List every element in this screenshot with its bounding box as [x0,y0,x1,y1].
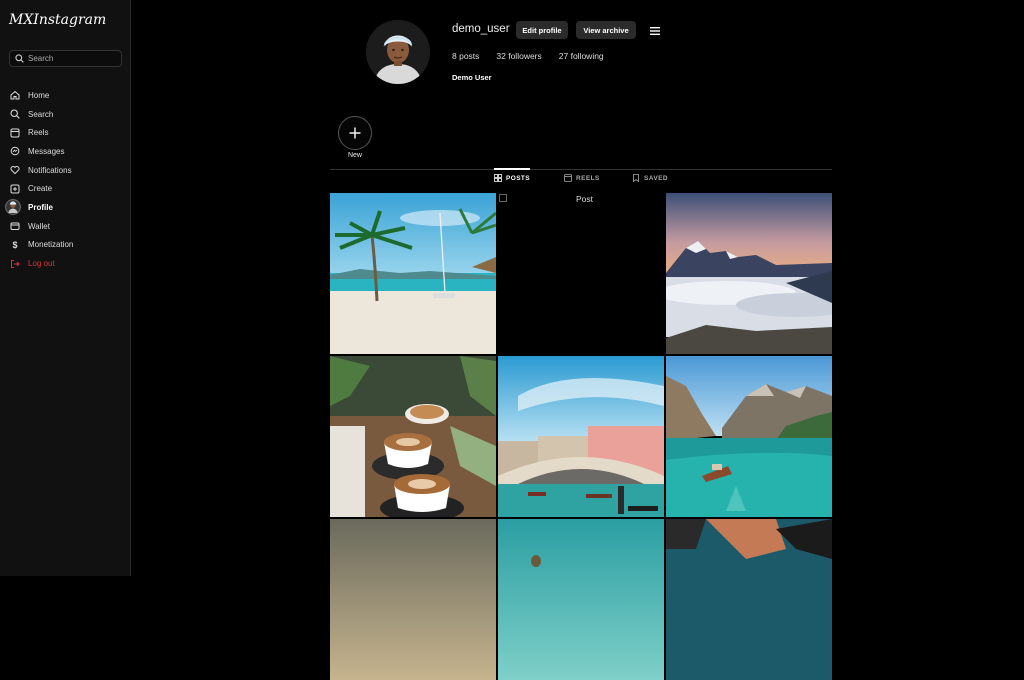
sidebar-item-label: Messages [28,146,65,156]
post-beach-palm[interactable] [330,193,496,354]
post-balloon-sea[interactable] [498,519,664,680]
sidebar-item-search[interactable]: Search [9,105,124,124]
tab-reels[interactable]: REELS [564,174,600,182]
sidebar: MXInstagram Search Home Search Reels Mes… [0,0,131,576]
plus-icon [338,116,372,150]
tab-label: REELS [576,174,600,182]
post-broken-image[interactable]: Post [498,193,664,354]
sidebar-item-label: Home [28,90,50,100]
active-tab-indicator [494,168,530,170]
tab-label: POSTS [506,174,531,182]
sidebar-item-logout[interactable]: Log out [9,254,124,273]
post-sand-dunes[interactable] [330,519,496,680]
sidebar-nav: Home Search Reels Messages Notifications… [5,86,124,273]
sidebar-item-messages[interactable]: Messages [9,142,124,161]
logout-icon [9,258,21,270]
grid-icon [494,174,502,182]
app-logo[interactable]: MXInstagram [9,12,106,28]
dollar-icon: $ [12,239,18,250]
sidebar-item-label: Log out [28,259,55,269]
view-archive-button[interactable]: View archive [576,21,636,39]
post-mountain-clouds[interactable] [666,193,832,354]
bookmark-icon [632,174,640,182]
avatar [5,199,21,216]
search-icon [15,54,24,63]
menu-icon[interactable] [649,24,661,36]
reels-icon [9,127,21,139]
following-count[interactable]: 27 following [559,51,604,61]
posts-count: 8 posts [452,51,480,61]
new-highlight-button[interactable]: New [338,116,372,159]
plus-square-icon [9,183,21,195]
tabs-divider [330,169,832,170]
new-highlight-label: New [347,152,362,159]
sidebar-item-label: Profile [28,202,53,212]
profile-avatar[interactable] [366,20,430,84]
sidebar-item-label: Create [28,184,53,194]
sidebar-item-reels[interactable]: Reels [9,123,124,142]
search-placeholder: Search [28,54,54,63]
search-input[interactable]: Search [9,50,122,67]
sidebar-item-label: Wallet [28,221,50,231]
sidebar-item-profile[interactable]: Profile [5,198,124,217]
sidebar-item-notifications[interactable]: Notifications [9,161,124,180]
sidebar-item-label: Search [28,109,54,119]
profile-username: demo_user [452,23,510,35]
post-kayak[interactable] [666,519,832,680]
wallet-icon [9,220,21,232]
post-coffee-cups[interactable] [330,356,496,517]
profile-tabs: POSTS REELS SAVED [330,174,832,186]
sidebar-item-home[interactable]: Home [9,86,124,105]
profile-full-name: Demo User [452,73,492,82]
edit-profile-button[interactable]: Edit profile [516,21,568,39]
tab-label: SAVED [644,174,668,182]
tab-saved[interactable]: SAVED [632,174,668,182]
sidebar-item-create[interactable]: Create [9,179,124,198]
reels-icon [564,174,572,182]
followers-count[interactable]: 32 followers [496,51,541,61]
home-icon [9,89,21,101]
sidebar-item-monetization[interactable]: $ Monetization [9,236,124,255]
search-icon [9,108,21,120]
sidebar-item-label: Reels [28,128,49,138]
sidebar-item-label: Monetization [28,240,74,250]
messages-icon [9,145,21,157]
tab-posts[interactable]: POSTS [494,174,530,182]
heart-icon [9,164,21,176]
post-lake-boat[interactable] [666,356,832,517]
profile-stats: 8 posts 32 followers 27 following [452,51,604,61]
sidebar-item-wallet[interactable]: Wallet [9,217,124,236]
post-alt-text: Post [576,194,594,204]
broken-image-icon [499,194,507,202]
sidebar-item-label: Notifications [28,165,72,175]
post-venice-bridge[interactable] [498,356,664,517]
